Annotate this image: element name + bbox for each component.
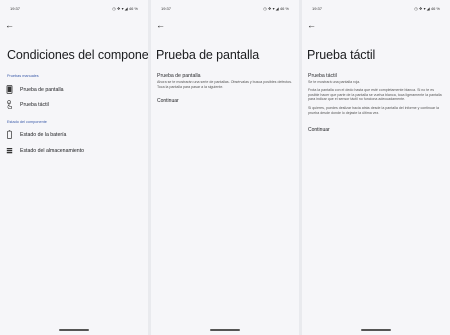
gesture-nav-bar[interactable] — [210, 329, 240, 331]
section-header-manual-tests: Pruebas manuales — [7, 74, 39, 78]
list-item-screen-test[interactable]: Prueba de pantalla — [5, 84, 143, 96]
continue-button[interactable]: Continuar — [308, 127, 330, 133]
page-title: Prueba táctil — [307, 48, 376, 62]
list-item-label: Estado de la batería — [20, 131, 67, 138]
gesture-nav-bar[interactable] — [59, 329, 89, 331]
status-icons: ◷ ❖ ▾ ◢ 46 % — [263, 6, 289, 11]
list-item-touch-test[interactable]: Prueba táctil — [5, 99, 143, 111]
list-item-label: Prueba de pantalla — [20, 86, 64, 93]
touch-icon — [7, 100, 12, 109]
phone-icon — [6, 85, 13, 94]
battery-icon — [7, 130, 12, 139]
list-item-storage-status[interactable]: Estado del almacenamiento — [5, 145, 143, 157]
test-subtitle: Prueba de pantalla — [157, 73, 201, 79]
panel-touch-test: 19:37 ◷ ❖ ▾ ◢ 46 % ← Prueba táctil Prueb… — [302, 0, 450, 335]
status-time: 19:37 — [10, 6, 21, 11]
page-title: Condiciones del componente — [7, 48, 148, 62]
status-icons: ◷ ❖ ▾ ◢ 46 % — [112, 6, 138, 11]
screenshot-collage: 19:37 ◷ ❖ ▾ ◢ 46 % ← Condiciones del com… — [0, 0, 450, 335]
section-header-component-status: Estado del componente — [7, 120, 47, 124]
back-arrow-icon[interactable]: ← — [5, 20, 15, 30]
test-description: Ahora se te mostrarán una serie de panta… — [157, 80, 293, 89]
panel-screen-test: 19:37 ◷ ❖ ▾ ◢ 46 % ← Prueba de pantalla … — [151, 0, 299, 335]
page-title: Prueba de pantalla — [156, 48, 260, 62]
status-bar: 19:37 ◷ ❖ ▾ ◢ 46 % — [10, 5, 138, 13]
status-bar: 19:37 ◷ ❖ ▾ ◢ 46 % — [312, 5, 440, 13]
status-icons: ◷ ❖ ▾ ◢ 46 % — [414, 6, 440, 11]
panel-component-conditions: 19:37 ◷ ❖ ▾ ◢ 46 % ← Condiciones del com… — [0, 0, 148, 335]
list-item-battery-status[interactable]: Estado de la batería — [5, 129, 143, 141]
back-arrow-icon[interactable]: ← — [156, 20, 166, 30]
test-description-intro: Se te mostrará una pantalla roja. — [308, 80, 361, 84]
test-subtitle: Prueba táctil — [308, 73, 337, 79]
status-time: 19:37 — [312, 6, 323, 11]
gesture-nav-bar[interactable] — [361, 329, 391, 331]
test-description-resume: Si quieres, puedes deslizar hacia atrás … — [308, 106, 440, 115]
list-item-label: Estado del almacenamiento — [20, 147, 85, 154]
list-item-label: Prueba táctil — [20, 101, 49, 108]
back-arrow-icon[interactable]: ← — [307, 20, 317, 30]
test-description-instructions: Frota la pantalla con el dedo hasta que … — [308, 88, 442, 102]
status-bar: 19:37 ◷ ❖ ▾ ◢ 46 % — [161, 5, 289, 13]
status-time: 19:37 — [161, 6, 172, 11]
continue-button[interactable]: Continuar — [157, 98, 179, 104]
storage-icon — [6, 148, 13, 154]
